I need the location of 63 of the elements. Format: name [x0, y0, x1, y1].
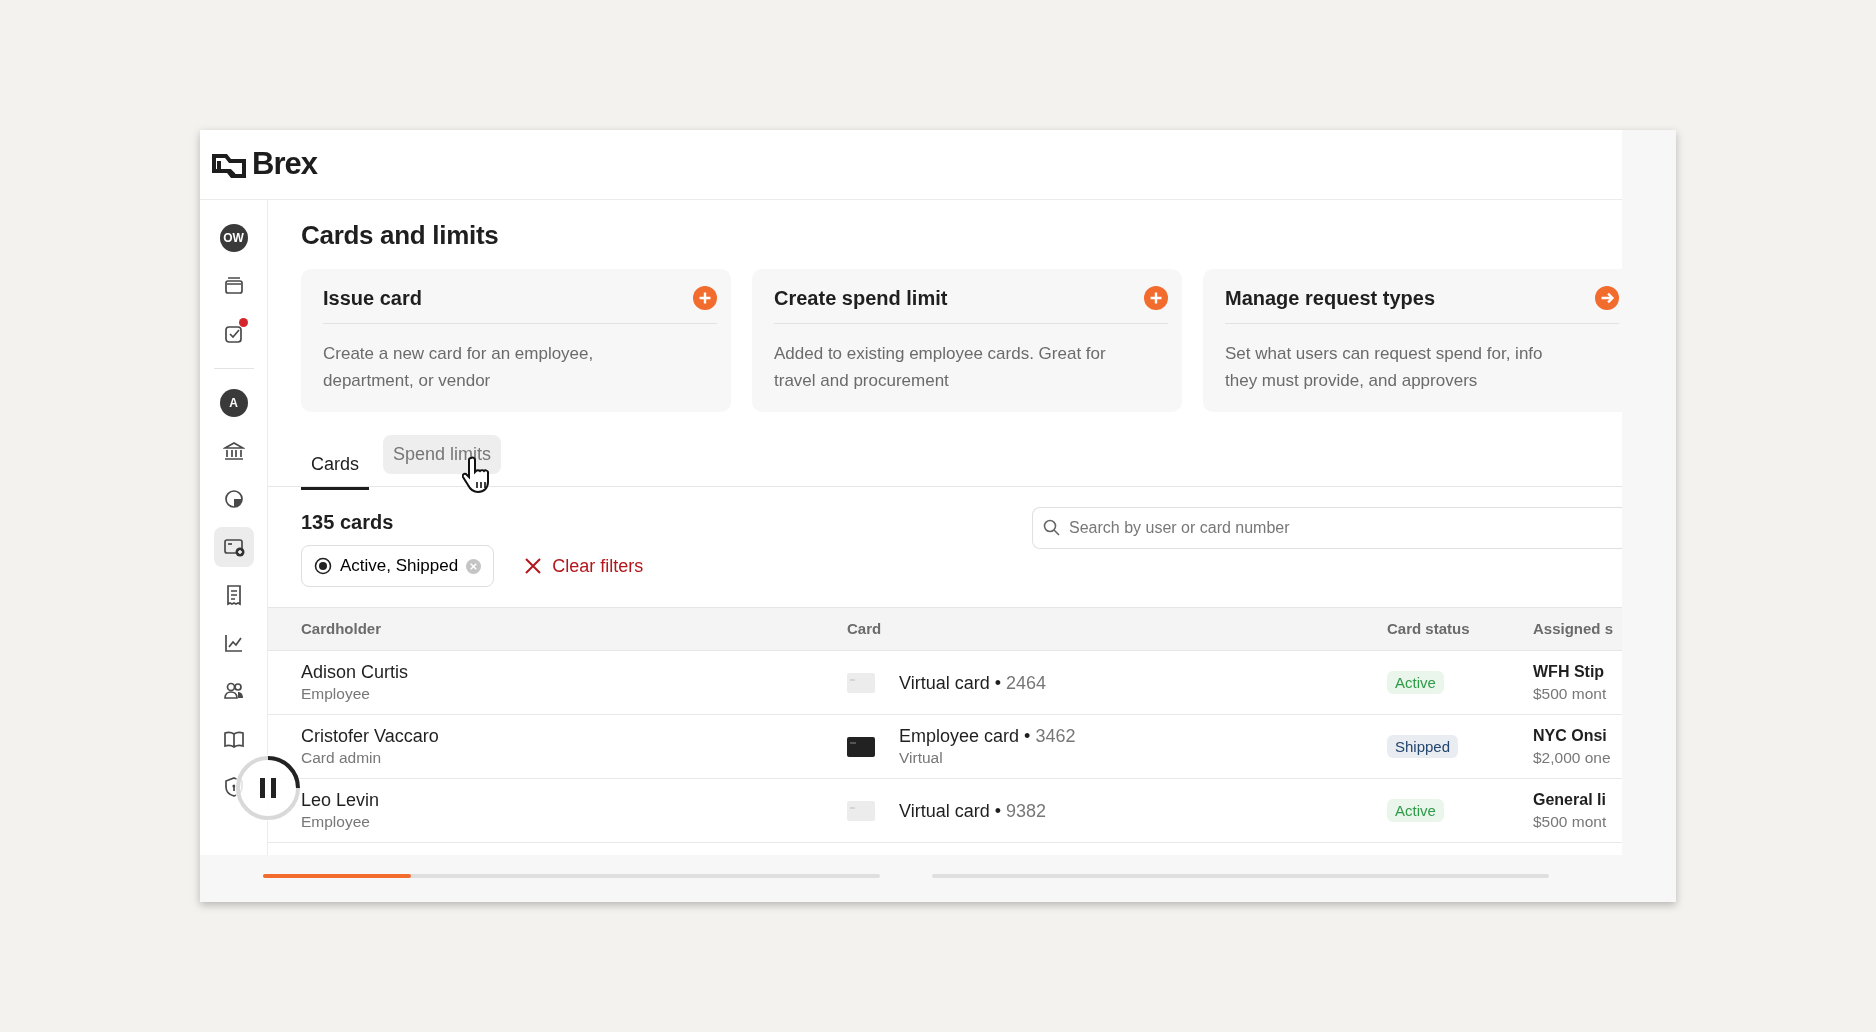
logo-wordmark: Brex — [252, 145, 317, 184]
card-type: Virtual — [899, 747, 944, 768]
card-thumbnail — [847, 736, 875, 757]
cardholder-role: Card admin — [301, 747, 383, 768]
status-badge: Shipped — [1387, 734, 1459, 758]
radio-icon — [314, 557, 332, 575]
action-title: Manage request types — [1225, 286, 1436, 311]
column-header: Cardholder — [301, 619, 381, 637]
people-icon — [222, 680, 245, 702]
plus-icon — [1144, 286, 1168, 310]
card-name: Employee card • 3462 — [899, 724, 1076, 747]
card-thumbnail — [847, 672, 875, 693]
action-card[interactable]: Manage request types Set what users can request spend for, info they must provide, and approvers — [1203, 269, 1622, 412]
action-card[interactable]: Issue card Create a new card for an employee, department, or vendor — [301, 269, 731, 412]
card-thumbnail — [847, 800, 875, 821]
spend-limit-amount: $2,000 one — [1533, 747, 1612, 768]
cardholder-name: Leo Levin — [301, 788, 381, 811]
cardholder-name: Cristofer Vaccaro — [301, 724, 440, 747]
logo-icon — [212, 151, 246, 178]
cardholder-role: Employee — [301, 683, 371, 704]
bank-icon — [222, 440, 245, 462]
close-icon — [524, 557, 543, 575]
spend-limit-amount: $500 mont — [1533, 811, 1608, 832]
sidebar-item[interactable]: OW — [213, 218, 254, 258]
notification-dot — [238, 318, 248, 327]
column-header: Card — [847, 619, 882, 637]
column-header: Card status — [1387, 619, 1470, 637]
status-badge: Active — [1387, 670, 1444, 694]
action-description: Set what users can request spend for, info they must provide, and approvers — [1225, 343, 1544, 392]
card-count: 135 cards — [301, 510, 395, 535]
tab[interactable]: Cards — [301, 435, 369, 490]
action-description: Create a new card for an employee, department, or vendor — [323, 343, 595, 392]
spend-limit-name: General li — [1533, 789, 1607, 810]
spend-limit-amount: $500 mont — [1533, 683, 1608, 704]
card-name: Virtual card • 9382 — [899, 799, 1047, 822]
action-card[interactable]: Create spend limit Added to existing employee cards. Great for travel and procurement — [752, 269, 1182, 412]
sidebar-item[interactable] — [213, 527, 254, 567]
card-icon — [222, 536, 245, 558]
column-header: Assigned s — [1533, 619, 1614, 637]
action-description: Added to existing employee cards. Great for travel and procurement — [774, 343, 1107, 392]
status-badge: Active — [1387, 798, 1444, 822]
spend-limit-name: NYC Onsi — [1533, 725, 1608, 746]
search-field[interactable]: Search by user or card number — [1032, 507, 1622, 549]
remove-icon — [466, 558, 482, 574]
status-filter-chip[interactable]: Active, Shipped — [301, 545, 495, 587]
action-title: Issue card — [323, 286, 422, 311]
wallet-icon — [222, 275, 245, 297]
line-chart-icon — [222, 632, 245, 654]
cardholder-name: Adison Curtis — [301, 660, 410, 683]
card-name: Virtual card • 2464 — [899, 671, 1047, 694]
pie-chart-icon — [222, 488, 245, 510]
action-title: Create spend limit — [774, 286, 948, 311]
cardholder-role: Employee — [301, 811, 371, 832]
checkbox-icon — [222, 323, 245, 345]
arrow-right-icon — [1595, 286, 1619, 310]
avatar: A — [219, 389, 248, 417]
clear-filters-link[interactable]: Clear filters — [518, 551, 650, 581]
avatar: OW — [219, 224, 248, 252]
page-title: Cards and limits — [301, 219, 500, 252]
sidebar-item[interactable]: A — [213, 383, 254, 423]
spend-limit-name: WFH Stip — [1533, 661, 1606, 682]
search-icon — [1043, 519, 1060, 536]
plus-icon — [693, 286, 717, 310]
